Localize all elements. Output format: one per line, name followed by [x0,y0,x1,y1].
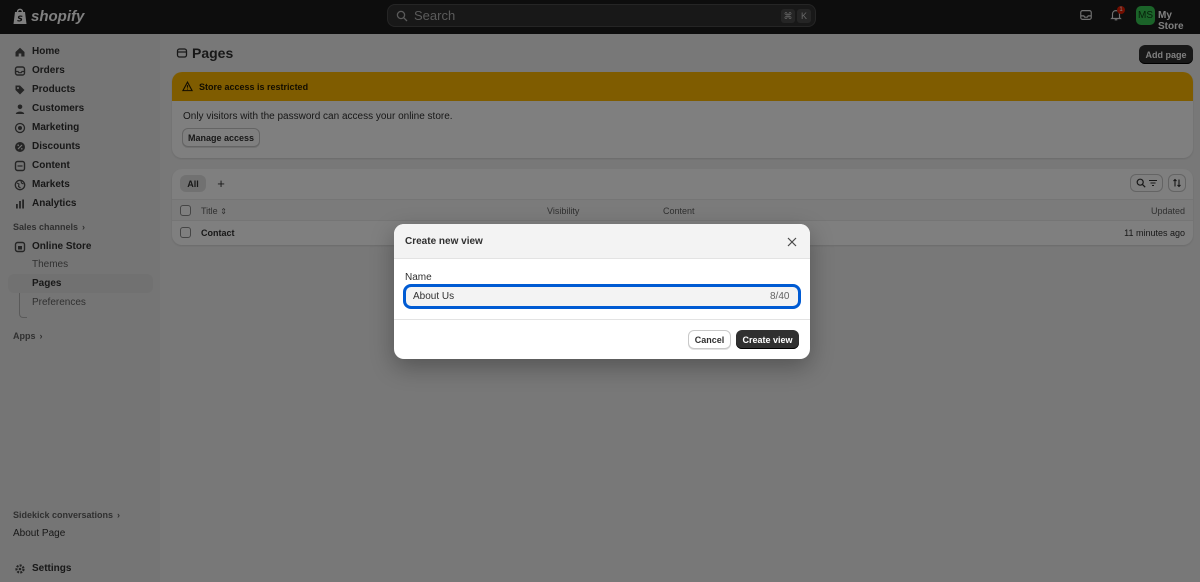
modal-header: Create new view [394,224,810,259]
cancel-button[interactable]: Cancel [688,330,731,349]
modal-title: Create new view [405,235,483,247]
modal-divider [394,319,810,320]
character-count: 8/40 [770,291,790,302]
create-view-modal: Create new view Name 8/40 Cancel Create … [394,224,810,359]
view-name-input[interactable] [405,286,799,307]
name-label: Name [405,272,432,283]
close-icon[interactable] [785,235,798,248]
create-view-button[interactable]: Create view [736,330,799,349]
